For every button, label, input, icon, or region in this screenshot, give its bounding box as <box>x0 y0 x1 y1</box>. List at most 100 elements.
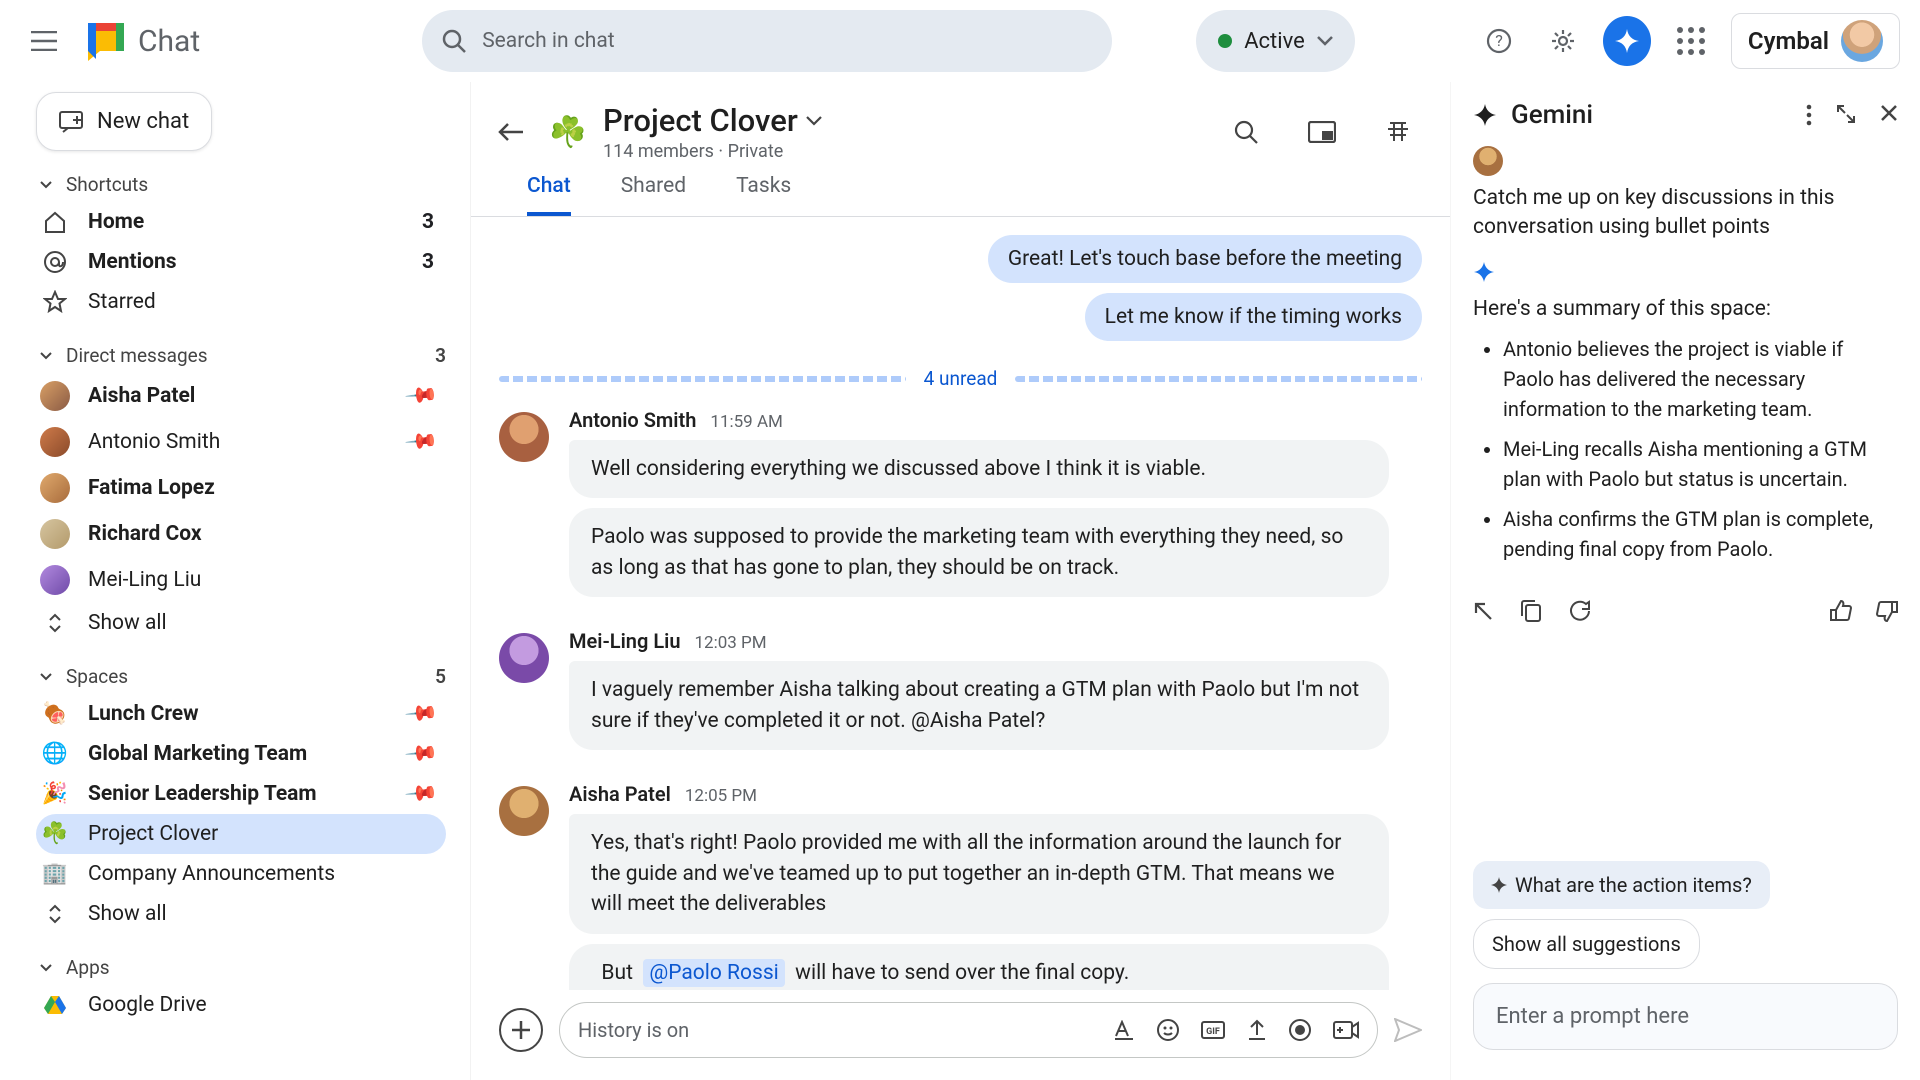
message-avatar[interactable] <box>499 412 549 462</box>
presence-selector[interactable]: Active <box>1196 10 1355 72</box>
main-menu-button[interactable] <box>20 17 68 65</box>
message-avatar[interactable] <box>499 786 549 836</box>
dm-item[interactable]: Mei-Ling Liu <box>36 557 446 603</box>
app-item-drive[interactable]: Google Drive <box>36 985 446 1025</box>
pin-icon: 📌 <box>403 736 438 771</box>
space-item[interactable]: 🍖Lunch Crew📌 <box>36 694 446 734</box>
format-button[interactable] <box>1113 1020 1135 1040</box>
prompt-input[interactable]: Enter a prompt here <box>1473 983 1898 1050</box>
panel-more-button[interactable] <box>1806 104 1812 126</box>
message-bubble[interactable]: I vaguely remember Aisha talking about c… <box>569 661 1389 750</box>
section-direct-messages[interactable]: Direct messages 3 <box>40 344 446 367</box>
message-bubble[interactable]: Well considering everything we discussed… <box>569 440 1389 498</box>
outgoing-message[interactable]: Great! Let's touch base before the meeti… <box>988 235 1422 283</box>
space-item[interactable]: 🏢Company Announcements <box>36 854 446 894</box>
tab-shared[interactable]: Shared <box>621 174 686 216</box>
space-item[interactable]: 🎉Senior Leadership Team📌 <box>36 774 446 814</box>
search-icon <box>1234 120 1258 144</box>
emoji-icon <box>1157 1019 1179 1041</box>
search-placeholder: Search in chat <box>482 29 614 53</box>
add-attachment-button[interactable] <box>499 1008 543 1052</box>
gif-button[interactable]: GIF <box>1201 1021 1225 1039</box>
settings-button[interactable] <box>1539 17 1587 65</box>
drive-icon <box>40 995 70 1015</box>
message-bubble[interactable]: Yes, that's right! Paolo provided me wit… <box>569 814 1389 933</box>
org-switcher[interactable]: Cymbal <box>1731 13 1900 69</box>
section-spaces[interactable]: Spaces 5 <box>40 665 446 688</box>
space-icon: 🌐 <box>40 742 70 766</box>
copy-button[interactable] <box>1521 600 1541 622</box>
back-button[interactable] <box>489 110 533 154</box>
send-button[interactable] <box>1394 1018 1422 1042</box>
dm-item[interactable]: Fatima Lopez <box>36 465 446 511</box>
section-apps[interactable]: Apps <box>40 956 446 979</box>
thumbs-up-icon <box>1830 600 1852 622</box>
svg-text:?: ? <box>1495 31 1503 50</box>
user-avatar[interactable] <box>1841 20 1883 62</box>
expand-icon <box>40 613 70 633</box>
space-icon: 🏢 <box>40 862 70 886</box>
record-button[interactable] <box>1289 1019 1311 1041</box>
compose-input[interactable]: History is on GIF <box>559 1002 1378 1058</box>
outgoing-message[interactable]: Let me know if the timing works <box>1085 293 1422 341</box>
tab-tasks[interactable]: Tasks <box>736 174 791 216</box>
nav-mentions[interactable]: Mentions 3 <box>36 242 446 282</box>
gemini-button[interactable] <box>1603 17 1651 65</box>
retry-button[interactable] <box>1569 600 1591 622</box>
close-icon <box>1880 104 1898 122</box>
mentions-count: 3 <box>422 250 434 274</box>
tab-chat[interactable]: Chat <box>527 174 571 216</box>
summary-bullet: Antonio believes the project is viable i… <box>1503 334 1898 424</box>
message-author[interactable]: Antonio Smith <box>569 408 696 432</box>
panel-close-button[interactable] <box>1880 104 1898 126</box>
nav-home[interactable]: Home 3 <box>36 202 446 242</box>
pin-icon: 📌 <box>403 424 438 459</box>
chat-logo-icon <box>84 19 128 63</box>
search-bar[interactable]: Search in chat <box>422 10 1112 72</box>
space-item[interactable]: 🌐Global Marketing Team📌 <box>36 734 446 774</box>
mention-chip[interactable]: @Paolo Rossi <box>643 959 784 987</box>
google-apps-button[interactable] <box>1667 17 1715 65</box>
dm-item[interactable]: Antonio Smith📌 <box>36 419 446 465</box>
summary-bullets: Antonio believes the project is viable i… <box>1503 334 1898 574</box>
dm-show-all[interactable]: Show all <box>36 603 446 643</box>
gif-icon: GIF <box>1201 1021 1225 1039</box>
org-name: Cymbal <box>1748 27 1829 55</box>
home-count: 3 <box>422 210 434 234</box>
gemini-spark-icon <box>1614 28 1640 54</box>
help-button[interactable]: ? <box>1475 17 1523 65</box>
avatar-icon <box>40 519 70 549</box>
pip-button[interactable] <box>1298 108 1346 156</box>
search-in-space-button[interactable] <box>1222 108 1270 156</box>
app-logo[interactable]: Chat <box>84 19 200 63</box>
caret-down-icon <box>40 673 52 681</box>
new-chat-button[interactable]: New chat <box>36 92 212 151</box>
space-icon: ☘️ <box>40 822 70 846</box>
space-title[interactable]: Project Clover <box>603 102 822 139</box>
message-list[interactable]: Great! Let's touch base before the meeti… <box>471 217 1450 990</box>
thread-button[interactable] <box>1374 108 1422 156</box>
space-item-active[interactable]: ☘️Project Clover <box>36 814 446 854</box>
section-shortcuts[interactable]: Shortcuts <box>40 173 446 196</box>
emoji-button[interactable] <box>1157 1019 1179 1041</box>
spaces-show-all[interactable]: Show all <box>36 894 446 934</box>
suggestion-chip[interactable]: What are the action items? <box>1473 861 1770 909</box>
show-all-suggestions[interactable]: Show all suggestions <box>1473 919 1700 969</box>
format-icon <box>1113 1020 1135 1040</box>
message-avatar[interactable] <box>499 633 549 683</box>
message-author[interactable]: Aisha Patel <box>569 782 671 806</box>
message-bubble[interactable]: Paolo was supposed to provide the market… <box>569 508 1389 597</box>
panel-expand-button[interactable] <box>1836 104 1856 126</box>
message-author[interactable]: Mei-Ling Liu <box>569 629 680 653</box>
upload-button[interactable] <box>1247 1019 1267 1041</box>
star-icon <box>40 290 70 314</box>
message-bubble[interactable]: But @Paolo Rossi will have to send over … <box>569 944 1389 991</box>
insert-button[interactable] <box>1473 601 1493 621</box>
thumbs-down-button[interactable] <box>1876 600 1898 622</box>
nav-starred[interactable]: Starred <box>36 282 446 322</box>
thumbs-up-button[interactable] <box>1830 600 1852 622</box>
dm-item[interactable]: Richard Cox <box>36 511 446 557</box>
dm-item[interactable]: Aisha Patel📌 <box>36 373 446 419</box>
meet-button[interactable] <box>1333 1021 1359 1039</box>
pin-icon: 📌 <box>403 378 438 413</box>
